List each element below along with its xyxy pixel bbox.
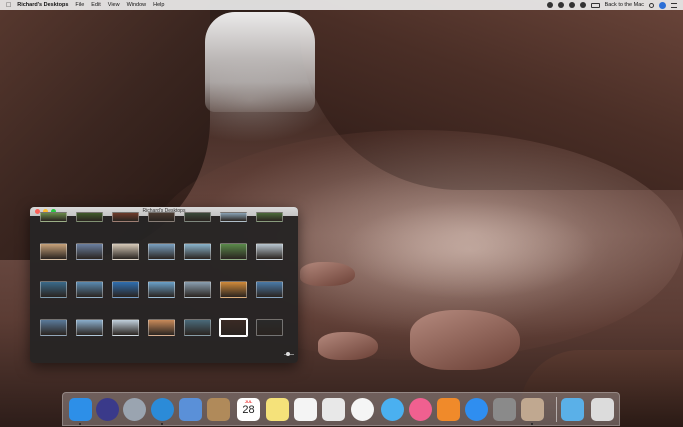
mail-icon[interactable] — [179, 398, 202, 421]
wallpaper-thumbnail[interactable] — [256, 212, 283, 222]
menu-edit[interactable]: Edit — [91, 2, 100, 8]
wallpaper-thumbnail[interactable] — [256, 281, 283, 298]
menu-bar-extras: Back to the Mac — [546, 0, 677, 10]
wallpaper-thumbnail[interactable] — [184, 243, 211, 260]
thumbnail-size-slider[interactable] — [284, 351, 294, 358]
calendar-icon[interactable]: JUL 28 — [237, 398, 260, 421]
slider-knob[interactable] — [286, 352, 290, 356]
wifi-icon[interactable] — [568, 2, 575, 8]
wallpaper-stone — [318, 332, 378, 360]
apple-menu-icon[interactable]:  — [6, 2, 11, 9]
menu-bar:  Richard's Desktops File Edit View Wind… — [0, 0, 683, 10]
notes-icon[interactable] — [266, 398, 289, 421]
wallpaper-thumbnail[interactable] — [112, 319, 139, 336]
launchpad-icon[interactable] — [123, 398, 146, 421]
wallpaper-thumbnail[interactable] — [256, 243, 283, 260]
wallpaper-thumbnail[interactable] — [112, 243, 139, 260]
wallpaper-thumbnail[interactable] — [220, 319, 247, 336]
wallpaper-thumbnail[interactable] — [112, 281, 139, 298]
keynote-icon[interactable] — [322, 398, 345, 421]
wallpaper-thumbnail-grid — [40, 212, 290, 354]
menu-help[interactable]: Help — [153, 2, 164, 8]
wallpaper-thumbnail[interactable] — [148, 319, 175, 336]
trash-icon[interactable] — [591, 398, 614, 421]
wallpaper-thumbnail[interactable] — [148, 212, 175, 222]
app-store-icon[interactable] — [465, 398, 488, 421]
bluetooth-icon[interactable] — [546, 2, 553, 8]
wallpaper-thumbnail[interactable] — [76, 243, 103, 260]
contacts-icon[interactable] — [207, 398, 230, 421]
menu-window[interactable]: Window — [127, 2, 147, 8]
wallpaper-stone — [410, 310, 520, 370]
menu-back-to-mac[interactable]: Back to the Mac — [605, 2, 644, 8]
menu-file[interactable]: File — [75, 2, 84, 8]
itunes-icon[interactable] — [409, 398, 432, 421]
time-machine-icon[interactable] — [557, 2, 564, 8]
calendar-day: 28 — [242, 404, 255, 416]
battery-icon[interactable] — [590, 2, 600, 8]
running-indicator — [161, 423, 163, 425]
wallpaper-waterfall — [205, 12, 315, 112]
wallpaper-thumbnail[interactable] — [40, 319, 67, 336]
wallpaper-thumbnail[interactable] — [40, 243, 67, 260]
wallpaper-thumbnail[interactable] — [184, 212, 211, 222]
preview-icon[interactable] — [521, 398, 544, 421]
menu-view[interactable]: View — [108, 2, 120, 8]
user-avatar-icon[interactable] — [659, 1, 666, 9]
wallpaper-thumbnail[interactable] — [76, 212, 103, 222]
safari-icon[interactable] — [151, 398, 174, 421]
wallpaper-thumbnail[interactable] — [184, 319, 211, 336]
downloads-folder-icon[interactable] — [561, 398, 584, 421]
reminders-icon[interactable] — [294, 398, 317, 421]
wallpaper-thumbnail[interactable] — [256, 319, 283, 336]
notification-center-icon[interactable] — [671, 2, 677, 8]
wallpaper-thumbnail[interactable] — [220, 243, 247, 260]
wallpaper-thumbnail[interactable] — [76, 319, 103, 336]
wallpaper-thumbnail[interactable] — [76, 281, 103, 298]
wallpaper-thumbnail[interactable] — [40, 281, 67, 298]
wallpaper-thumbnail[interactable] — [112, 212, 139, 222]
desktops-window: Richard's Desktops — [30, 207, 298, 363]
dock: JUL 28 — [62, 392, 620, 426]
wallpaper-thumbnail[interactable] — [40, 212, 67, 222]
wallpaper-thumbnail[interactable] — [220, 281, 247, 298]
running-indicator — [79, 423, 81, 425]
wallpaper-stone — [300, 262, 355, 286]
running-indicator — [531, 423, 533, 425]
wallpaper-thumbnail[interactable] — [220, 212, 247, 222]
photos-icon[interactable] — [351, 398, 374, 421]
messages-icon[interactable] — [381, 398, 404, 421]
wallpaper-thumbnail[interactable] — [184, 281, 211, 298]
wallpaper-thumbnail[interactable] — [148, 243, 175, 260]
spotlight-search-icon[interactable] — [649, 2, 654, 8]
menu-app-name[interactable]: Richard's Desktops — [17, 2, 68, 8]
system-preferences-icon[interactable] — [493, 398, 516, 421]
dock-separator — [556, 397, 557, 422]
ibooks-icon[interactable] — [437, 398, 460, 421]
wallpaper-thumbnail[interactable] — [148, 281, 175, 298]
siri-icon[interactable] — [96, 398, 119, 421]
finder-icon[interactable] — [69, 398, 92, 421]
volume-icon[interactable] — [579, 2, 586, 8]
